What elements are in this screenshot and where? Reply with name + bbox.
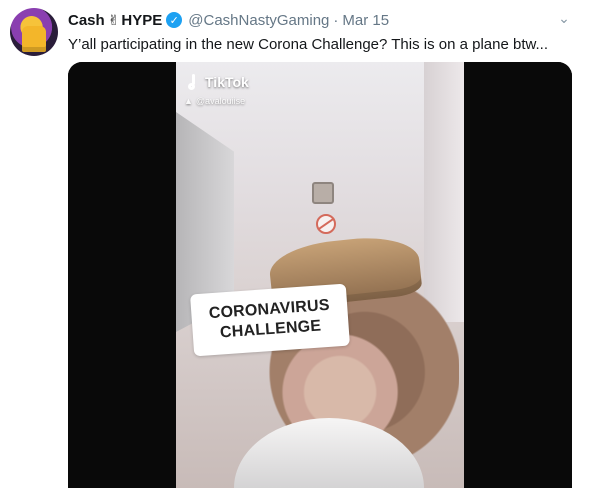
user-icon: ▲ (184, 96, 193, 106)
tweet-card[interactable]: Cash ✌ HYPE ✓ @CashNastyGaming · Mar 15 … (0, 0, 589, 488)
lavatory-sign (312, 182, 334, 204)
author-handle[interactable]: @CashNastyGaming (188, 12, 329, 29)
tweet-date[interactable]: Mar 15 (342, 12, 389, 29)
no-smoking-icon (316, 214, 336, 234)
challenge-caption: CORONAVIRUS CHALLENGE (190, 283, 350, 357)
jersey-shape (22, 26, 46, 52)
media-left-letterbox (68, 62, 176, 488)
tiktok-username: @avalouiise (195, 96, 246, 106)
author-avatar[interactable] (10, 8, 58, 56)
tweet-text: Y’all participating in the new Corona Ch… (68, 36, 549, 53)
tweet-header: Cash ✌ HYPE ✓ @CashNastyGaming · Mar 15 (68, 10, 389, 30)
media-right-letterbox (464, 62, 572, 488)
tweet-media[interactable]: TikTok ▲ @avalouiise CORONAVIRUS CHALLEN… (68, 62, 572, 488)
verified-badge-icon: ✓ (166, 12, 183, 28)
tiktok-logo: TikTok (186, 74, 249, 90)
chevron-down-icon[interactable]: ⌄ (555, 9, 573, 27)
author-name[interactable]: Cash (68, 12, 105, 29)
header-separator: · (333, 11, 339, 29)
video-frame[interactable]: TikTok ▲ @avalouiise CORONAVIRUS CHALLEN… (176, 62, 464, 488)
author-brand[interactable]: HYPE (121, 12, 162, 29)
tiktok-label: TikTok (205, 74, 249, 90)
victory-hand-icon: ✌ (107, 12, 120, 28)
tiktok-user: ▲ @avalouiise (184, 96, 245, 106)
tiktok-note-icon (186, 74, 200, 90)
